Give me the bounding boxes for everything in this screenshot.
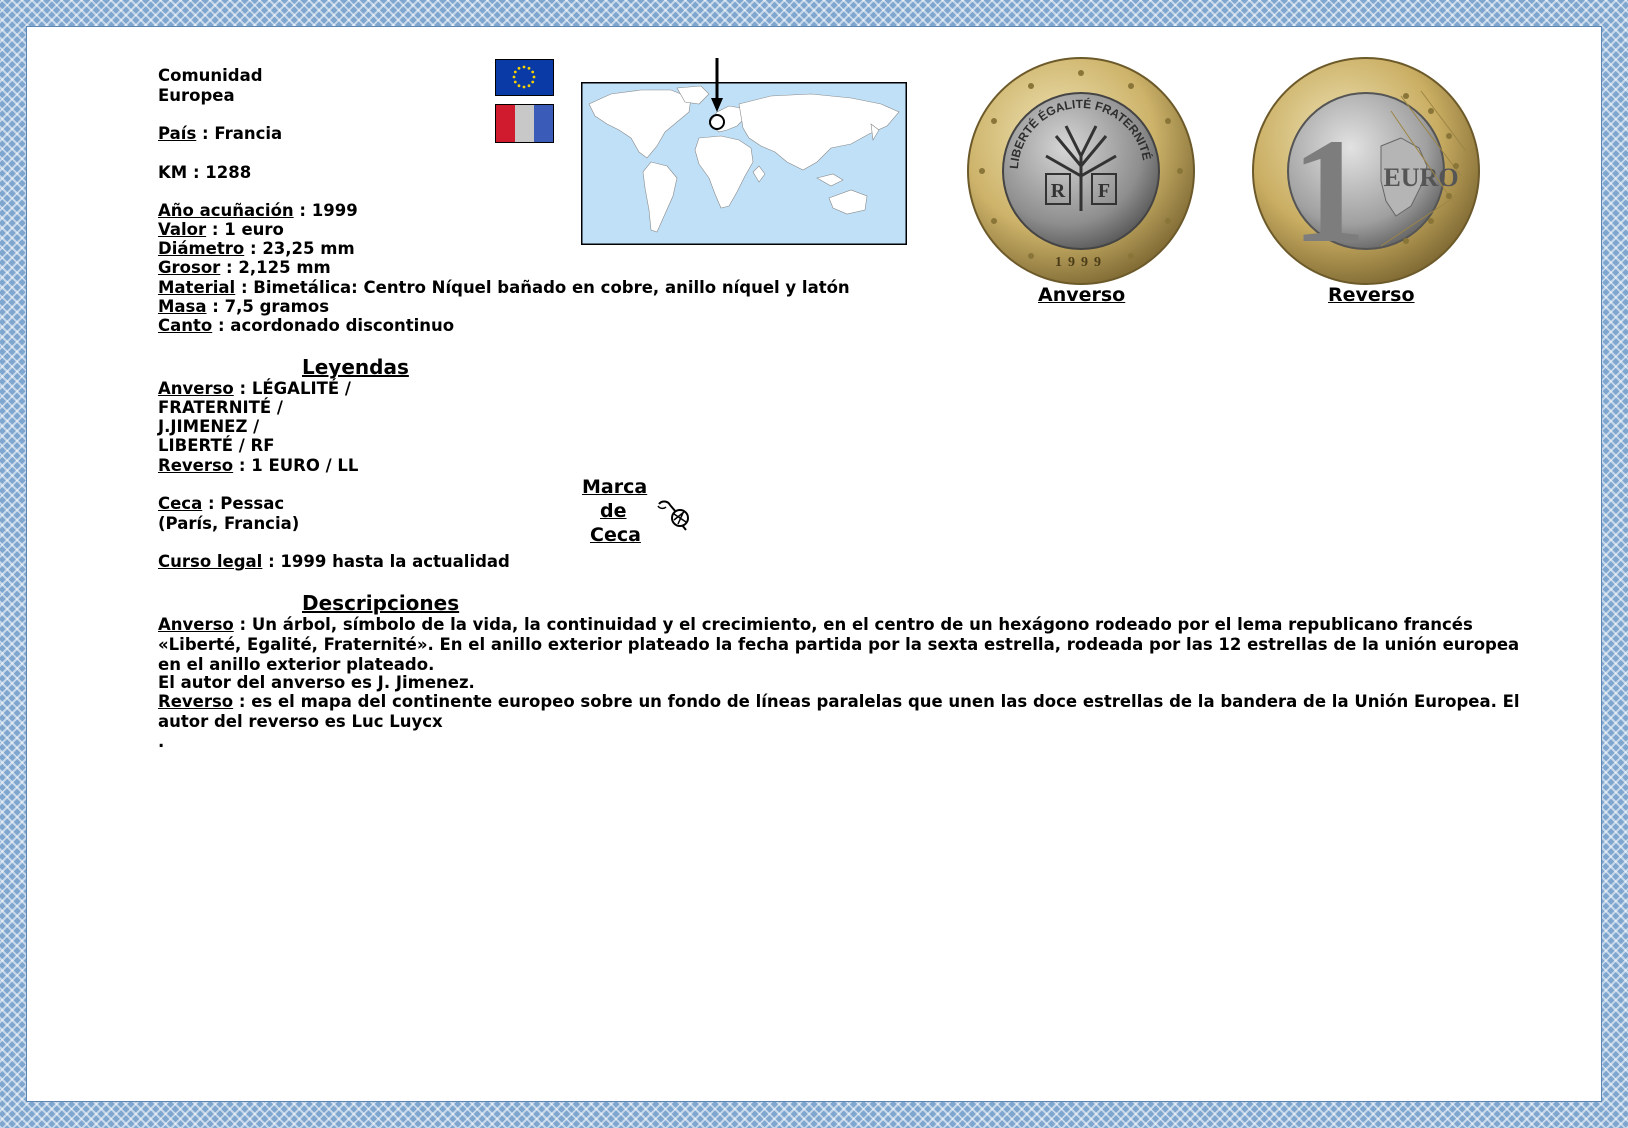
coin-initial-f: F [1098, 180, 1110, 202]
mint-mark-caption-2: de [600, 500, 627, 522]
descriptions-heading: Descripciones [302, 591, 460, 615]
mint-mark-icon [657, 500, 689, 531]
world-map [581, 82, 907, 245]
legend-obverse-line2: FRATERNITÉ / [158, 398, 283, 417]
spec-value: : Bimetálica: Centro Níquel bañado en co… [235, 278, 850, 297]
coin-year: 1999 [1055, 255, 1107, 270]
legend-reverse: Reverso : 1 EURO / LL [158, 456, 358, 476]
description-obverse-text: : Un árbol, símbolo de la vida, la conti… [158, 615, 1520, 674]
spec-value: : 1999 [293, 201, 358, 220]
mint-label: Ceca [158, 494, 203, 513]
legend-reverse-label: Reverso [158, 456, 234, 475]
flag-stripe-blue [534, 105, 553, 142]
spec-label: Grosor [158, 258, 221, 277]
spec-value: : acordonado discontinuo [212, 316, 455, 335]
legend-obverse-line3: J.JIMENEZ / [158, 417, 260, 436]
mint-value: : Pessac [202, 494, 285, 513]
obverse-coin-image: R F LIBERTÉ ÉGALITÉ FRATERNITÉ 1999 [967, 57, 1195, 285]
coin-value-numeral: 1 [1292, 108, 1367, 274]
legal-tender-label: Curso legal [158, 552, 263, 571]
france-flag [495, 104, 554, 143]
country-label: País [158, 124, 197, 143]
km-number: KM : 1288 [158, 163, 252, 182]
location-arrow-icon [711, 58, 723, 112]
mint-row: Ceca : Pessac [158, 494, 284, 514]
description-obverse-author: El autor del anverso es J. Jimenez. [158, 673, 475, 692]
spec-thickness: Grosor : 2,125 mm [158, 258, 331, 278]
legend-obverse-text: : LÉGALITÉ / [233, 379, 351, 398]
legend-obverse: Anverso : LÉGALITÉ / [158, 379, 351, 399]
spec-label: Valor [158, 220, 207, 239]
country-value: : Francia [196, 124, 283, 143]
mint-mark-caption-1: Marca [582, 476, 648, 498]
spec-diameter: Diámetro : 23,25 mm [158, 239, 355, 259]
description-reverse-label: Reverso [158, 692, 234, 711]
description-obverse: Anverso : Un árbol, símbolo de la vida, … [158, 615, 1538, 675]
spec-material: Material : Bimetálica: Centro Níquel bañ… [158, 278, 850, 298]
description-reverse-text: : es el mapa del continente europeo sobr… [158, 692, 1520, 731]
spec-label: Masa [158, 297, 207, 316]
legends-heading: Leyendas [302, 355, 409, 379]
flag-stripe-white [515, 105, 534, 142]
obverse-caption: Anverso [1038, 284, 1126, 306]
eu-stars-icon [512, 65, 536, 89]
legal-tender-value: : 1999 hasta la actualidad [262, 552, 510, 571]
description-trailing-dot: . [158, 732, 165, 751]
legend-reverse-text: : 1 EURO / LL [233, 456, 359, 475]
spec-mass: Masa : 7,5 gramos [158, 297, 329, 317]
spec-label: Diámetro [158, 239, 245, 258]
spec-value-denomination: Valor : 1 euro [158, 220, 284, 240]
spec-label: Año acuñación [158, 201, 294, 220]
eu-flag [495, 59, 554, 96]
reverse-caption: Reverso [1328, 284, 1415, 306]
spec-value: : 2,125 mm [220, 258, 331, 277]
country-row: País : Francia [158, 124, 282, 144]
description-reverse: Reverso : es el mapa del continente euro… [158, 692, 1538, 732]
spec-year: Año acuñación : 1999 [158, 201, 358, 221]
legend-obverse-label: Anverso [158, 379, 234, 398]
flag-stripe-red [496, 105, 515, 142]
spec-label: Canto [158, 316, 213, 335]
spec-value: : 1 euro [206, 220, 284, 239]
legal-tender-row: Curso legal : 1999 hasta la actualidad [158, 552, 510, 572]
spec-value: : 23,25 mm [244, 239, 355, 258]
mint-location: (París, Francia) [158, 514, 300, 533]
spec-edge: Canto : acordonado discontinuo [158, 316, 454, 336]
mint-mark-caption-3: Ceca [590, 524, 641, 546]
coin-euro-text: EURO [1383, 163, 1458, 192]
community-line2: Europea [158, 86, 235, 105]
legend-obverse-line4: LIBERTÉ / RF [158, 436, 275, 455]
coin-initial-r: R [1051, 180, 1066, 202]
spec-label: Material [158, 278, 236, 297]
description-obverse-label: Anverso [158, 615, 234, 634]
community-line1: Comunidad [158, 66, 263, 85]
spec-value: : 7,5 gramos [206, 297, 330, 316]
reverse-coin-image: 1 EURO [1252, 57, 1480, 285]
